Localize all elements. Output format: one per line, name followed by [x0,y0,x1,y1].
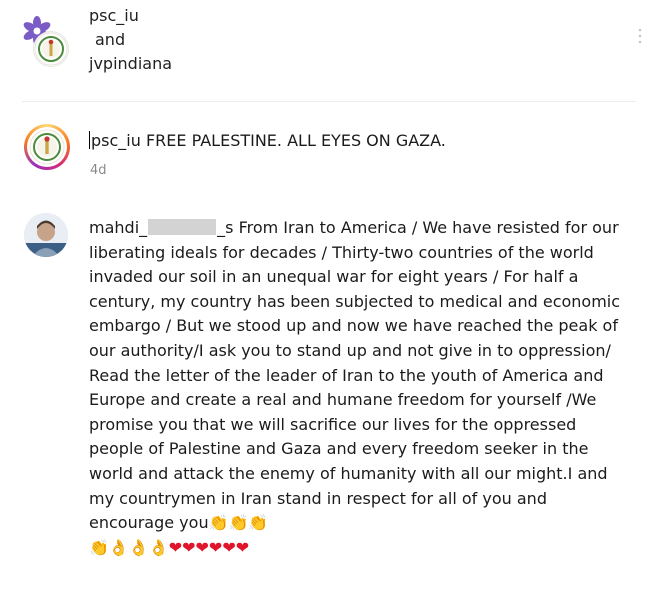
user-avatar-icon [24,213,68,257]
author-secondary[interactable]: jvpindiana [89,52,172,76]
collab-authors: psc_iu and jvpindiana [89,4,172,76]
author-conjunction: and [95,30,126,49]
comment-emoji-tail: 👏👏👏 [208,513,269,533]
caption-message: FREE PALESTINE. ALL EYES ON GAZA. [145,131,446,150]
caption-text: psc_iu FREE PALESTINE. ALL EYES ON GAZA. [89,130,446,152]
psc-seal-icon [29,129,65,165]
post-header: psc_iu and jvpindiana [0,0,648,100]
psc-seal-icon [34,32,68,66]
more-vertical-icon[interactable] [638,28,642,44]
text-cursor [89,131,90,149]
username-redaction [148,219,217,235]
collab-avatars[interactable] [22,16,70,66]
caption-avatar[interactable] [24,124,70,170]
header-divider [22,101,636,102]
comment-body: mahdi_ _s From Iran to America / We have … [89,216,635,560]
caption-username[interactable]: psc_iu [91,131,141,150]
post-caption: psc_iu FREE PALESTINE. ALL EYES ON GAZA.… [0,118,648,198]
comment: mahdi_ _s From Iran to America / We have … [0,210,648,595]
commenter-username[interactable]: mahdi_ _s [89,218,233,237]
comment-emoji-line: 👏👌👌👌❤❤❤❤❤❤ [89,537,250,557]
author-primary[interactable]: psc_iu [89,4,172,28]
commenter-avatar[interactable] [24,213,68,257]
comment-text: From Iran to America / We have resisted … [89,218,626,533]
caption-timestamp[interactable]: 4d [90,163,107,178]
